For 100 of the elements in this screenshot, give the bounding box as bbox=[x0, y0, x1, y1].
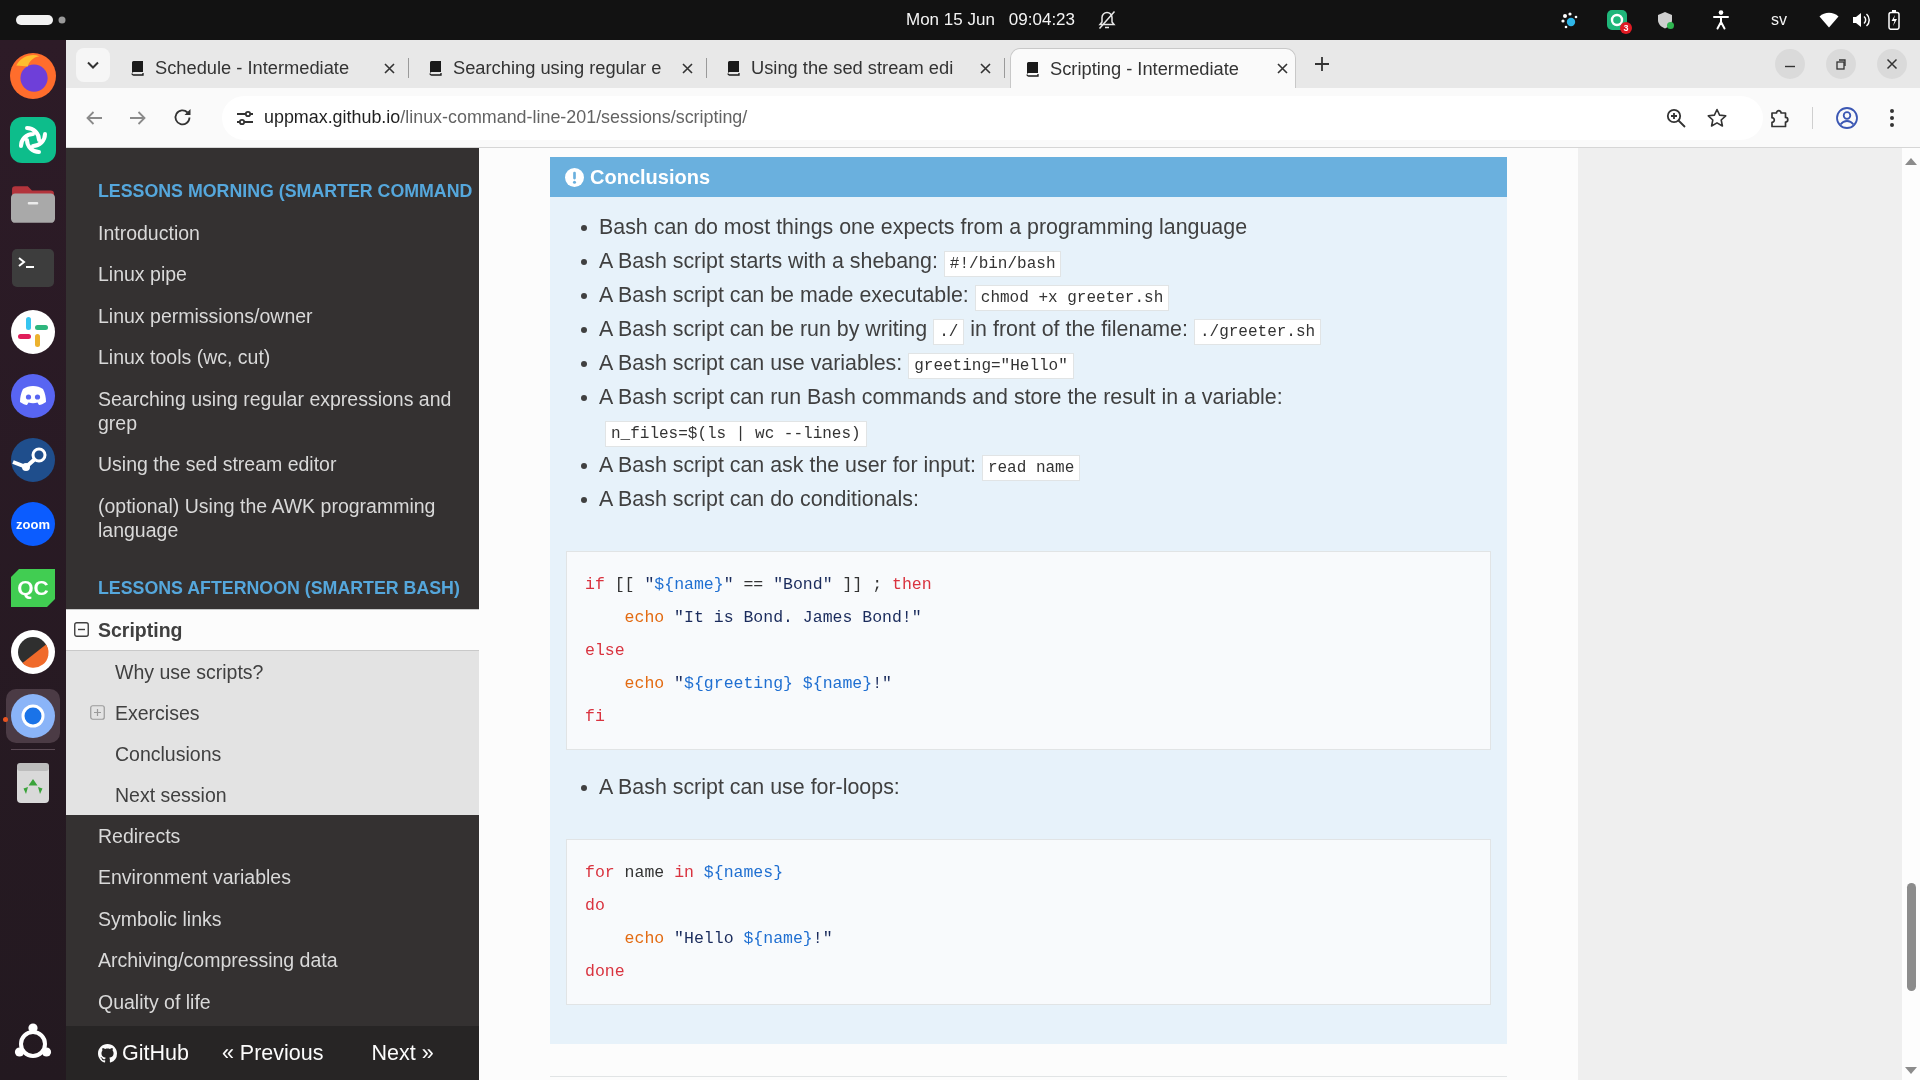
tab-search-button[interactable] bbox=[76, 48, 110, 82]
nav-link[interactable]: Searching using regular expressions and grep bbox=[66, 378, 479, 444]
code-line: echo "Hello ${name}!" bbox=[624, 929, 833, 948]
battery-charging-icon[interactable] bbox=[1888, 10, 1900, 30]
nav-link[interactable]: Archiving/compressing data bbox=[66, 939, 479, 981]
restore-icon[interactable] bbox=[1826, 49, 1856, 79]
dots-cluster-icon[interactable] bbox=[1560, 11, 1578, 29]
nav-link[interactable]: Linux tools (wc, cut) bbox=[66, 336, 479, 378]
nav-link[interactable]: (optional) Using the AWK programming language bbox=[66, 485, 479, 551]
kebab-menu-icon[interactable] bbox=[1890, 108, 1894, 127]
pinwheel-icon[interactable] bbox=[11, 310, 55, 354]
bullet-icon bbox=[581, 225, 587, 231]
shield-check-icon[interactable] bbox=[1657, 10, 1675, 30]
nav-link[interactable]: Next session bbox=[66, 774, 479, 815]
code-line: for name in ${names} bbox=[585, 863, 784, 882]
flame-disc-icon[interactable] bbox=[10, 53, 56, 99]
list-text: A Bash script starts with a shebang: bbox=[599, 249, 938, 273]
book-icon bbox=[427, 60, 443, 76]
reload-icon[interactable] bbox=[172, 108, 192, 127]
notification-badge: 3 bbox=[1620, 22, 1632, 34]
list-text: A Bash script can run Bash commands and store the result in a variable: bbox=[599, 385, 1283, 409]
accessibility-icon[interactable] bbox=[1712, 10, 1730, 30]
keyboard-layout-label[interactable]: sv bbox=[1771, 11, 1787, 29]
wifi-icon[interactable] bbox=[1819, 12, 1839, 28]
nav-link[interactable]: Why use scripts? bbox=[66, 651, 479, 692]
list-text: A Bash script can use for-loops: bbox=[599, 775, 900, 799]
admonition-title: Conclusions bbox=[590, 165, 710, 189]
nav-link[interactable]: Redirects bbox=[66, 815, 479, 857]
nav-link[interactable]: Environment variables bbox=[66, 856, 479, 898]
bullet-icon bbox=[581, 497, 587, 503]
inline-code: #!/bin/bash bbox=[943, 251, 1062, 277]
terminal-icon[interactable] bbox=[12, 249, 54, 287]
bell-off-icon[interactable] bbox=[1097, 10, 1118, 30]
next-link[interactable]: Next » bbox=[371, 1040, 434, 1066]
bullet-icon bbox=[581, 293, 587, 299]
scroll-up-icon[interactable] bbox=[1905, 158, 1917, 165]
book-icon bbox=[129, 60, 145, 76]
inline-code: read name bbox=[981, 455, 1081, 481]
close-icon[interactable] bbox=[682, 62, 693, 74]
nav-link[interactable]: Scripting bbox=[66, 608, 479, 651]
volume-icon[interactable] bbox=[1852, 11, 1870, 29]
browser-tab[interactable]: Scripting - Intermediate bbox=[1010, 48, 1296, 88]
nav-link[interactable]: Symbolic links bbox=[66, 898, 479, 940]
inline-code: greeting="Hello" bbox=[908, 353, 1074, 379]
plus-icon[interactable] bbox=[1314, 56, 1330, 72]
split-disc-icon[interactable] bbox=[11, 630, 55, 674]
list-text: Bash can do most things one expects from a programming language bbox=[599, 215, 1248, 239]
list-text: A Bash script can be run by writing bbox=[599, 317, 928, 341]
folder-icon[interactable] bbox=[11, 185, 55, 223]
previous-link[interactable]: « Previous bbox=[221, 1040, 324, 1066]
minus-box-icon[interactable] bbox=[74, 622, 89, 638]
nav-link[interactable]: Conclusions bbox=[66, 733, 479, 774]
github-link[interactable]: GitHub bbox=[98, 1040, 189, 1066]
bullet-icon bbox=[581, 361, 587, 367]
inline-code: ./greeter.sh bbox=[1193, 319, 1322, 345]
scroll-down-icon[interactable] bbox=[1905, 1067, 1917, 1074]
book-icon bbox=[725, 60, 741, 76]
workspace-indicator-icon[interactable] bbox=[16, 15, 66, 25]
clock-date[interactable]: Mon 15 Jun bbox=[906, 10, 995, 30]
close-icon[interactable] bbox=[1277, 63, 1288, 74]
inline-code: ./ bbox=[933, 319, 965, 345]
book-icon bbox=[1024, 60, 1040, 77]
ring-tray-icon[interactable] bbox=[1607, 10, 1627, 30]
swirl-icon[interactable] bbox=[10, 117, 56, 163]
puzzle-icon[interactable] bbox=[1770, 107, 1790, 128]
nav-section-caption: LESSONS AFTERNOON (SMARTER BASH) bbox=[97, 576, 461, 600]
list-text: A Bash script can use variables: bbox=[599, 351, 903, 375]
controller-face-icon[interactable] bbox=[11, 374, 55, 418]
alert-icon bbox=[565, 167, 584, 187]
code-line: echo "It is Bond. James Bond!" bbox=[624, 608, 922, 627]
nav-link[interactable]: Introduction bbox=[66, 212, 479, 254]
browser-tab[interactable]: Schedule - Intermediate bbox=[116, 48, 402, 88]
address-bar[interactable]: uppmax.github.io/linux-command-line-201/sessions/scripting/ bbox=[222, 95, 1763, 140]
code-line: echo "${greeting} ${name}!" bbox=[624, 674, 892, 693]
clock-time[interactable]: 09:04:23 bbox=[1008, 10, 1076, 30]
bullet-icon bbox=[581, 785, 587, 791]
star-icon[interactable] bbox=[1707, 107, 1727, 128]
bullet-icon bbox=[581, 395, 587, 401]
nav-section-caption: LESSONS MORNING (SMARTER COMMAND bbox=[97, 180, 474, 203]
list-text: A Bash script can be made executable: bbox=[599, 283, 969, 307]
nav-link[interactable]: Exercises bbox=[66, 692, 479, 733]
window-close-icon[interactable] bbox=[1877, 49, 1907, 79]
scrollbar-thumb[interactable] bbox=[1906, 883, 1916, 991]
browser-tab[interactable]: Using the sed stream edi bbox=[712, 48, 998, 88]
url-text[interactable]: uppmax.github.io/linux-command-line-201/sessions/scripting/ bbox=[264, 107, 748, 128]
piston-wheel-icon[interactable] bbox=[11, 438, 55, 482]
zoom-in-icon[interactable] bbox=[1666, 107, 1686, 128]
code-line: fi bbox=[585, 707, 605, 726]
close-icon[interactable] bbox=[384, 62, 395, 74]
browser-tab[interactable]: Searching using regular e bbox=[414, 48, 700, 88]
site-settings-icon[interactable] bbox=[236, 109, 254, 126]
github-icon bbox=[98, 1043, 117, 1063]
app-logo[interactable]: zoom bbox=[11, 502, 55, 546]
nav-link[interactable]: Linux pipe bbox=[66, 253, 479, 295]
nav-link[interactable]: Linux permissions/owner bbox=[66, 295, 479, 337]
profile-icon[interactable] bbox=[1836, 106, 1858, 129]
nav-link[interactable]: Using the sed stream editor bbox=[66, 443, 479, 485]
code-line: done bbox=[585, 962, 625, 981]
nav-link[interactable]: Quality of life bbox=[66, 981, 479, 1023]
close-icon[interactable] bbox=[980, 62, 991, 74]
